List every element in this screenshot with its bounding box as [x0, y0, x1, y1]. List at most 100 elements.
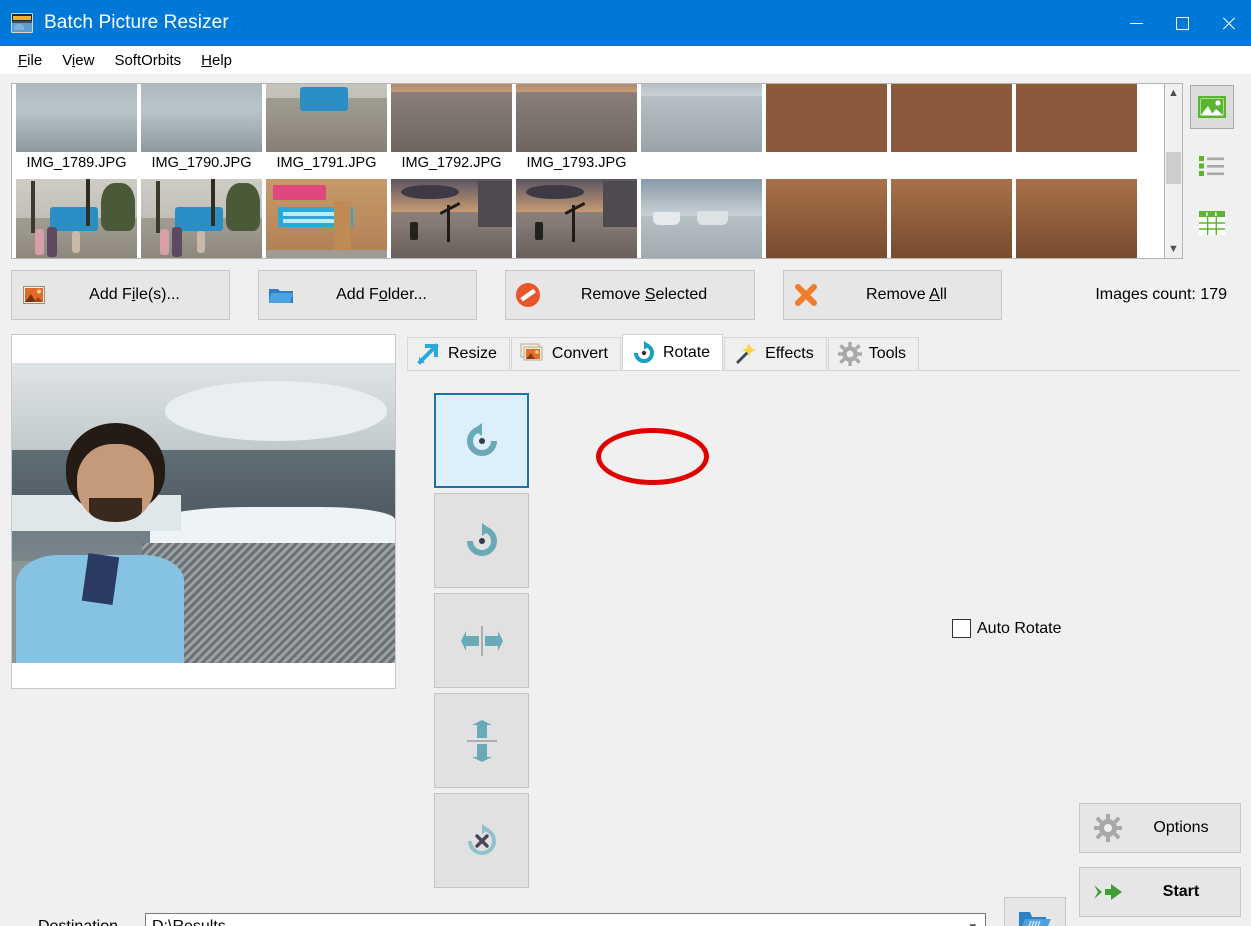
thumbnail-image — [766, 84, 887, 152]
thumbnail-item[interactable] — [764, 84, 889, 176]
thumbnail-image — [641, 84, 762, 152]
thumbnail-image — [141, 179, 262, 258]
menu-view-rest: ew — [75, 51, 95, 69]
menu-help-rest: elp — [211, 51, 233, 69]
flip-horizontal-button[interactable] — [434, 593, 529, 688]
thumbnail-item[interactable]: IMG_1795.JPG — [139, 176, 264, 258]
auto-rotate-row: Auto Rotate — [952, 619, 1062, 638]
remove-all-label: Remove All — [866, 286, 947, 303]
tab-effects-label: Effects — [765, 345, 814, 362]
menu-item-softorbits[interactable]: SoftOrbits — [104, 49, 191, 72]
close-icon — [1221, 16, 1236, 31]
thumbnail-area: IMG_1789.JPG IMG_1790.JPG IMG_1791.JPG IMG_… — [11, 83, 1241, 259]
menu-item-help[interactable]: Help — [191, 49, 242, 72]
thumbnail-item[interactable]: IMG_1790.JPG — [139, 84, 264, 176]
thumbnail-image — [1016, 84, 1137, 152]
thumbnail-item[interactable]: IMG_1797.JPG — [389, 176, 514, 258]
thumbnail-item[interactable]: IMG_1796.JPG — [264, 176, 389, 258]
scrollbar-track[interactable] — [1165, 102, 1182, 240]
convert-images-icon — [520, 343, 546, 365]
flip-vertical-button[interactable] — [434, 693, 529, 788]
maximize-button[interactable] — [1159, 0, 1205, 46]
rotate-left-button[interactable] — [434, 393, 529, 488]
thumbnail-image — [516, 179, 637, 258]
thumbnail-item[interactable] — [639, 84, 764, 176]
start-button[interactable]: Start — [1079, 867, 1241, 917]
images-count-label: Images count: 179 — [1095, 286, 1227, 303]
add-files-label: Add File(s)... — [89, 286, 180, 303]
tab-tools-label: Tools — [868, 345, 907, 362]
thumbnail-item[interactable]: IMG_1793.JPG — [514, 84, 639, 176]
table-icon — [1199, 211, 1225, 235]
app-photo-icon — [11, 13, 33, 33]
rotate-x-icon — [467, 823, 496, 855]
options-label: Options — [1153, 819, 1209, 836]
scroll-up-arrow-icon[interactable]: ▲ — [1165, 84, 1182, 102]
open-folder-icon — [1019, 912, 1051, 926]
image-preview — [11, 334, 396, 689]
tab-convert-label: Convert — [551, 345, 608, 362]
scroll-down-arrow-icon[interactable]: ▼ — [1165, 240, 1182, 258]
gear-icon — [1080, 814, 1136, 842]
thumbnail-row: IMG_1789.JPG IMG_1790.JPG IMG_1791.JPG IMG_… — [14, 84, 1162, 176]
thumbnail-label: IMG_1792.JPG — [401, 155, 502, 171]
resize-arrow-icon — [416, 343, 442, 365]
thumbnail-item[interactable]: IMG_1798.JPG — [514, 176, 639, 258]
remove-selected-label: Remove Selected — [580, 286, 708, 303]
remove-selected-button[interactable]: Remove Selected — [505, 270, 755, 320]
tab-rotate-label: Rotate — [662, 343, 711, 361]
details-view-button[interactable] — [1190, 201, 1234, 245]
tab-rotate[interactable]: Rotate — [621, 334, 724, 370]
thumbnail-item[interactable]: IMG_1794.JPG — [14, 176, 139, 258]
thumbnail-item[interactable]: IMG_1802.JPG — [889, 176, 1014, 258]
menu-bar: File View SoftOrbits Help — [0, 46, 1251, 75]
thumbnail-row: IMG_1794.JPGIMG_1795.JPGIMG_1796.JPGIMG_… — [14, 176, 1162, 258]
image-icon — [1198, 96, 1226, 118]
tab-effects[interactable]: Effects — [724, 337, 827, 370]
application-window: Batch Picture Resizer File View SoftOrbi… — [0, 0, 1251, 926]
thumbnail-item[interactable]: IMG_1789.JPG — [14, 84, 139, 176]
rotate-icon — [631, 340, 657, 365]
thumbnail-item[interactable]: IMG_1800.JPG — [639, 176, 764, 258]
scrollbar-thumb[interactable] — [1166, 151, 1181, 184]
auto-rotate-checkbox[interactable] — [952, 619, 971, 638]
add-files-button[interactable]: Add File(s)... — [11, 270, 230, 320]
remove-all-button[interactable]: Remove All — [783, 270, 1002, 320]
thumbnail-label: IMG_1789.JPG — [26, 155, 127, 171]
browse-folder-button[interactable] — [1004, 897, 1066, 926]
maximize-icon — [1175, 16, 1189, 30]
no-entry-icon — [506, 282, 550, 308]
thumbnail-item[interactable] — [1014, 84, 1139, 176]
rotate-right-button[interactable] — [434, 493, 529, 588]
options-button[interactable]: Options — [1079, 803, 1241, 853]
thumbnail-scrollbar[interactable]: ▲ ▼ — [1165, 83, 1183, 259]
menu-item-view[interactable]: View — [52, 49, 104, 72]
list-view-button[interactable] — [1190, 143, 1234, 187]
destination-value: D:\Results — [152, 918, 226, 926]
thumbnail-item[interactable]: IMG_1803.JPG — [1014, 176, 1139, 258]
chevron-down-icon[interactable]: ▾ — [969, 919, 985, 926]
destination-combobox[interactable]: D:\Results ▾ — [145, 912, 986, 926]
thumbnail-item[interactable]: IMG_1801.JPG — [764, 176, 889, 258]
tab-tools[interactable]: Tools — [827, 337, 920, 370]
close-button[interactable] — [1205, 0, 1251, 46]
title-bar: Batch Picture Resizer — [0, 0, 1251, 46]
thumbnail-item[interactable]: IMG_1791.JPG — [264, 84, 389, 176]
thumbnail-image — [16, 84, 137, 152]
thumbnail-list[interactable]: IMG_1789.JPG IMG_1790.JPG IMG_1791.JPG IMG_… — [11, 83, 1165, 259]
menu-item-file[interactable]: File — [8, 49, 52, 72]
minimize-button[interactable] — [1113, 0, 1159, 46]
flip-vertical-icon — [466, 719, 497, 762]
preview-image — [12, 363, 395, 663]
thumbnail-image — [516, 84, 637, 152]
tab-convert[interactable]: Convert — [510, 337, 621, 370]
tab-resize[interactable]: Resize — [407, 337, 510, 370]
thumbnails-view-button[interactable] — [1190, 85, 1234, 129]
no-rotate-button[interactable] — [434, 793, 529, 888]
magic-wand-icon — [733, 342, 759, 366]
add-folder-button[interactable]: Add Folder... — [258, 270, 477, 320]
green-arrow-icon — [1080, 880, 1136, 904]
thumbnail-item[interactable]: IMG_1792.JPG — [389, 84, 514, 176]
thumbnail-image — [266, 179, 387, 258]
thumbnail-item[interactable] — [889, 84, 1014, 176]
